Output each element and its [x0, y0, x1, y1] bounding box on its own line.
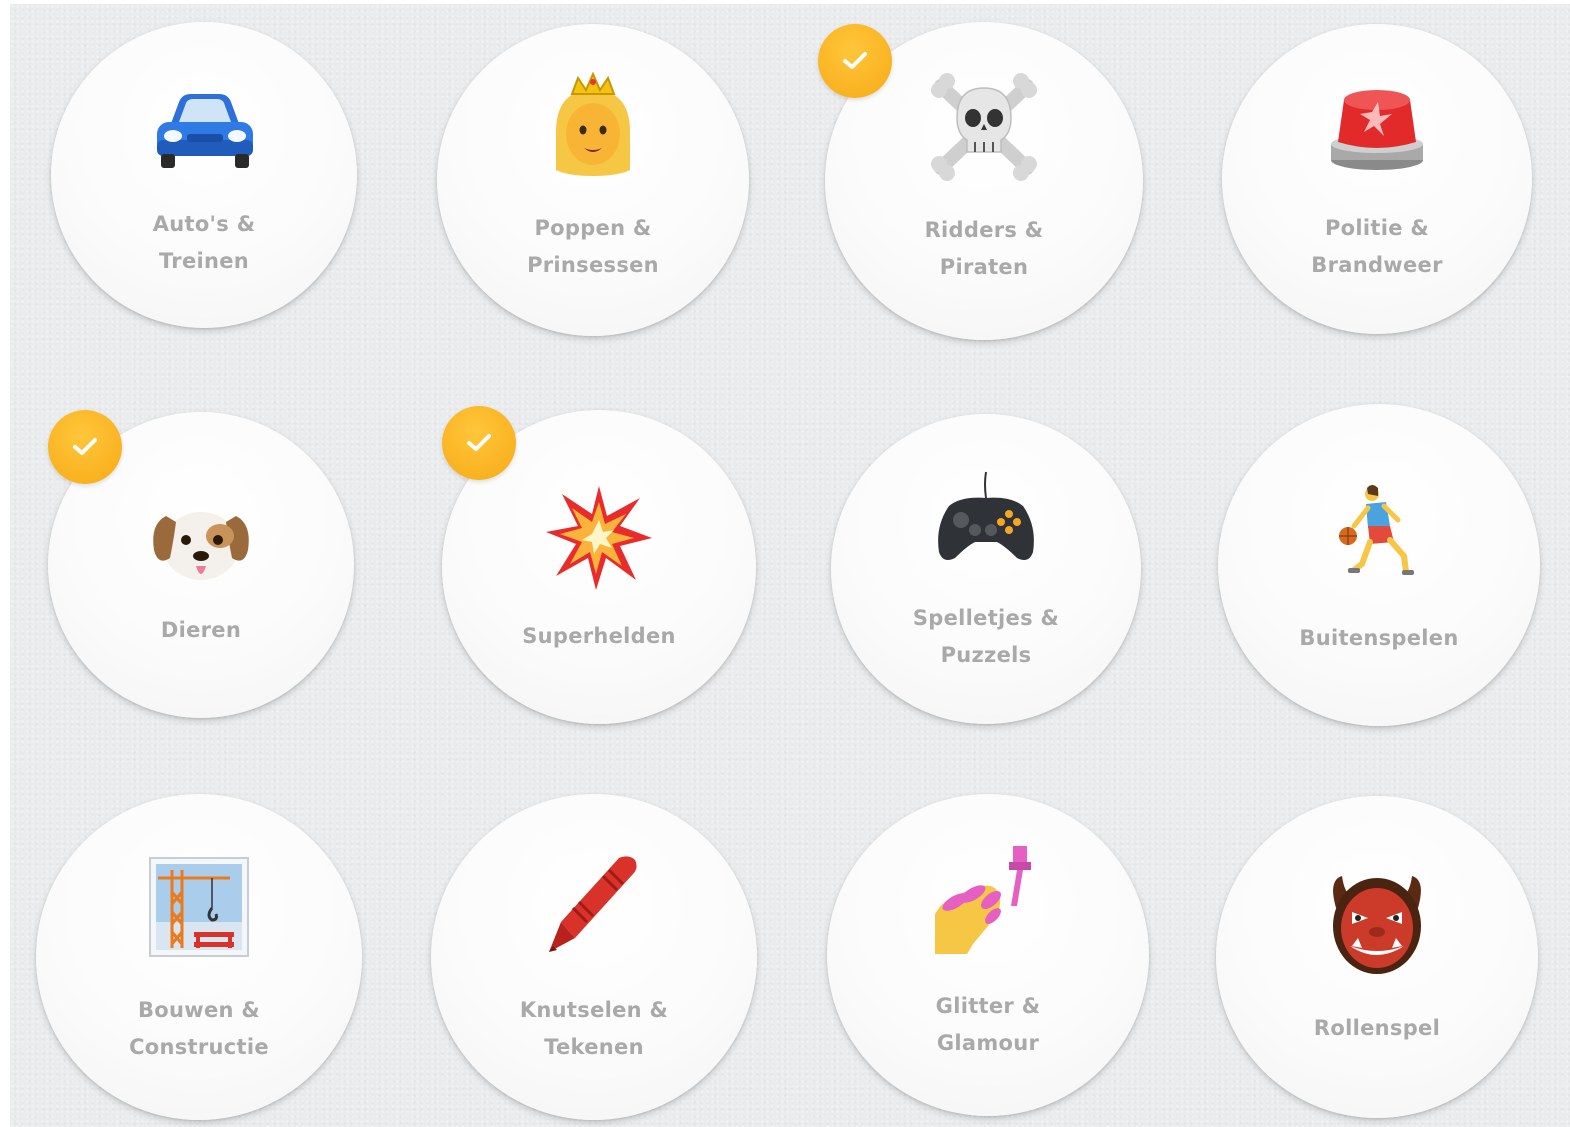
basketball-player-icon [1339, 485, 1414, 575]
checkmark-icon [843, 52, 867, 69]
category-label-line1: Buitenspelen [1299, 626, 1459, 650]
category-label-line2: Constructie [129, 1035, 269, 1059]
category-label-line2: Brandweer [1311, 253, 1443, 277]
selected-check-badge[interactable] [818, 24, 892, 98]
category-label-line1: Dieren [160, 618, 242, 642]
category-spelletjes-puzzels[interactable]: Spelletjes & Puzzels [831, 414, 1141, 724]
siren-light-icon [1331, 90, 1423, 170]
category-label-line1: Rollenspel [1313, 1016, 1441, 1040]
princess-icon [556, 72, 630, 176]
explosion-icon [546, 486, 652, 590]
category-label-line1: Auto's & [152, 212, 256, 236]
category-glitter-glamour[interactable]: Glitter & Glamour [827, 794, 1149, 1116]
crayon-icon [549, 856, 637, 952]
selected-check-badge[interactable] [48, 410, 122, 484]
category-picker: Auto's & Treinen Poppen & Prinsessen Rid… [10, 4, 1570, 1127]
category-knutselen-tekenen[interactable]: Knutselen & Tekenen [431, 794, 757, 1120]
category-label-line1: Superhelden [522, 624, 676, 648]
construction-crane-icon [149, 857, 249, 957]
category-label-line1: Politie & [1324, 216, 1430, 240]
category-buitenspelen[interactable]: Buitenspelen [1218, 404, 1540, 726]
nail-polish-icon [935, 846, 1031, 954]
category-label-line2: Treinen [158, 249, 250, 273]
category-label-line2: Piraten [939, 255, 1029, 279]
car-icon [157, 94, 253, 168]
dog-face-icon [153, 512, 249, 580]
game-controller-icon [938, 471, 1034, 560]
checkmark-icon [73, 438, 97, 455]
category-label-line2: Puzzels [940, 643, 1032, 667]
category-label-line1: Glitter & [935, 994, 1041, 1018]
category-label-line1: Bouwen & [137, 998, 260, 1022]
skull-crossbones-icon [931, 73, 1037, 181]
category-politie-brandweer[interactable]: Politie & Brandweer [1222, 24, 1532, 334]
category-bouwen-constructie[interactable]: Bouwen & Constructie [36, 794, 362, 1120]
category-label-line2: Glamour [936, 1031, 1040, 1055]
checkmark-icon [467, 434, 491, 451]
category-label-line1: Poppen & [534, 216, 652, 240]
category-autos-treinen[interactable]: Auto's & Treinen [51, 22, 357, 328]
category-label-line2: Tekenen [544, 1035, 644, 1059]
category-label-line1: Ridders & [924, 218, 1044, 242]
selected-check-badge[interactable] [442, 406, 516, 480]
category-rollenspel[interactable]: Rollenspel [1216, 796, 1538, 1118]
category-label-line1: Knutselen & [519, 998, 669, 1022]
category-label-line1: Spelletjes & [912, 606, 1060, 630]
category-poppen-prinsessen[interactable]: Poppen & Prinsessen [437, 24, 749, 336]
category-label-line2: Prinsessen [527, 253, 659, 277]
ogre-mask-icon [1333, 876, 1421, 974]
